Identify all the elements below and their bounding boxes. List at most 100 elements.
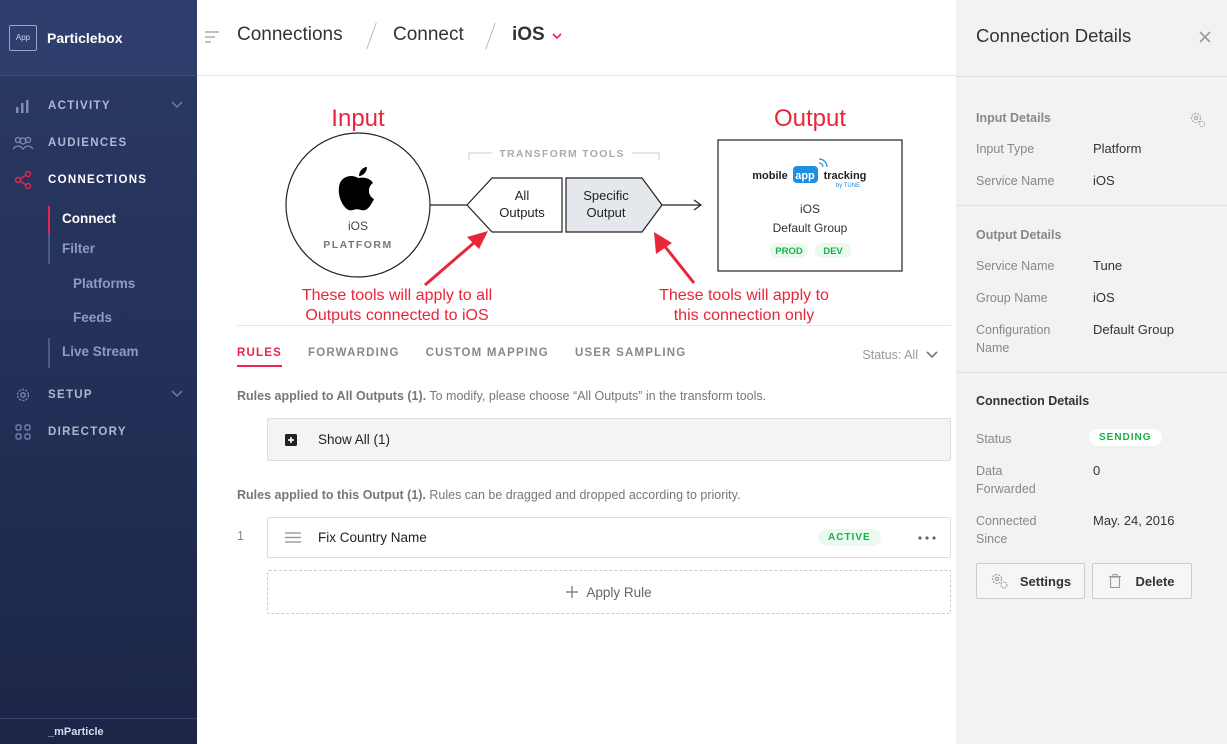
- apply-rule-button[interactable]: Apply Rule: [267, 570, 951, 614]
- sidebar-subitem-live-stream[interactable]: Live Stream: [62, 336, 139, 366]
- status-label: Status: [976, 432, 1012, 446]
- panel-title: Connection Details: [976, 25, 1132, 46]
- input-details-heading: Input Details: [976, 111, 1052, 125]
- svg-text:tracking: tracking: [824, 170, 867, 182]
- close-icon[interactable]: [1199, 31, 1211, 43]
- menu-icon[interactable]: [205, 31, 219, 43]
- output-details-heading: Output Details: [976, 228, 1062, 242]
- this-output-hint: Rules applied to this Output (1). Rules …: [237, 488, 741, 502]
- svg-text:mobile: mobile: [752, 170, 787, 182]
- output-name: iOS: [800, 202, 820, 216]
- annotation-right-line2: this connection only: [674, 307, 815, 324]
- divider: [956, 76, 1227, 77]
- bar-chart-icon: [12, 97, 34, 115]
- specific-output-line2: Output: [586, 205, 625, 220]
- input-name: iOS: [348, 219, 368, 233]
- sidebar-subitem-platforms[interactable]: Platforms: [73, 268, 135, 298]
- group-name-value: iOS: [1093, 290, 1115, 305]
- tab-rules[interactable]: RULES: [237, 347, 282, 367]
- status-badge: SENDING: [1089, 429, 1162, 446]
- group-name-label: Group Name: [976, 291, 1048, 305]
- tab-user-sampling[interactable]: USER SAMPLING: [575, 347, 686, 367]
- sidebar-item-setup[interactable]: SETUP: [0, 376, 197, 413]
- sidebar-item-label: DIRECTORY: [48, 425, 127, 438]
- divider: [956, 372, 1227, 373]
- sidebar-item-label: ACTIVITY: [48, 99, 111, 112]
- delete-button[interactable]: Delete: [1092, 563, 1192, 599]
- settings-button[interactable]: Settings: [976, 563, 1085, 599]
- divider: [956, 205, 1227, 206]
- breadcrumb-separator: [485, 22, 496, 50]
- sidebar-item-activity[interactable]: ACTIVITY: [0, 87, 197, 124]
- connection-details-panel: Connection Details Input Details Input T…: [956, 0, 1227, 744]
- chevron-down-icon[interactable]: [552, 33, 562, 40]
- tab-forwarding[interactable]: FORWARDING: [308, 347, 400, 367]
- connection-diagram: Input Output iOS PLATFORM TRANSFORM TOOL…: [285, 105, 903, 324]
- table-row[interactable]: Fix Country Name ACTIVE: [267, 517, 951, 558]
- sidebar-item-directory[interactable]: DIRECTORY: [0, 413, 197, 450]
- annotation-arrow-left: [424, 231, 488, 287]
- all-outputs-hint: Rules applied to All Outputs (1). To mod…: [237, 389, 767, 403]
- breadcrumb-ios[interactable]: iOS: [512, 24, 545, 46]
- sidebar-item-label: AUDIENCES: [48, 136, 128, 149]
- sidebar-item-connections[interactable]: CONNECTIONS: [0, 161, 197, 198]
- status-filter-label: Status: All: [862, 348, 918, 362]
- sidebar: App Particlebox ACTIVITY AUDIENCES CONNE…: [0, 0, 197, 744]
- all-outputs-line2: Outputs: [499, 205, 545, 220]
- connections-icon: [12, 170, 34, 189]
- sidebar-footer[interactable]: _mParticle: [0, 718, 197, 744]
- rule-name: Fix Country Name: [318, 530, 427, 545]
- grid-icon: [12, 423, 34, 441]
- input-type-value: Platform: [1093, 141, 1142, 156]
- input-type-label: Input Type: [976, 142, 1035, 156]
- connected-since-value: May. 24, 2016: [1093, 513, 1175, 528]
- input-heading: Input: [331, 105, 385, 132]
- chevron-down-icon: [171, 390, 183, 398]
- breadcrumb-connections[interactable]: Connections: [237, 24, 343, 46]
- annotation-right-line1: These tools will apply to: [659, 287, 829, 304]
- tab-custom-mapping[interactable]: CUSTOM MAPPING: [426, 347, 549, 367]
- gear-icon[interactable]: [1189, 111, 1206, 128]
- more-icon[interactable]: [918, 536, 936, 540]
- status-badge: ACTIVE: [818, 529, 881, 546]
- delete-label: Delete: [1135, 573, 1175, 589]
- brand[interactable]: App Particlebox: [0, 0, 197, 76]
- service-name-label: Service Name: [976, 174, 1055, 188]
- configuration-name-label: Configuration Name: [976, 323, 1051, 355]
- output-heading: Output: [774, 105, 846, 132]
- people-icon: [12, 134, 34, 152]
- sub-divider: [48, 338, 50, 368]
- specific-output-line1: Specific: [583, 188, 629, 203]
- svg-text:PROD: PROD: [775, 246, 803, 257]
- output-service-label: Service Name: [976, 259, 1055, 273]
- output-service-value: Tune: [1093, 258, 1123, 273]
- footer-label: _mParticle: [48, 725, 104, 738]
- expand-icon: [285, 433, 297, 446]
- show-all-row[interactable]: Show All (1): [267, 418, 951, 461]
- tab-bar: RULES FORWARDING CUSTOM MAPPING USER SAM…: [237, 347, 712, 367]
- configuration-name-value: Default Group: [1093, 322, 1174, 337]
- sidebar-item-label: SETUP: [48, 388, 93, 401]
- breadcrumb-connect[interactable]: Connect: [393, 24, 464, 46]
- breadcrumb-separator: [366, 22, 377, 50]
- sub-divider: [48, 234, 50, 264]
- service-name-value: iOS: [1093, 173, 1115, 188]
- drag-handle-icon[interactable]: [285, 532, 301, 543]
- sidebar-item-audiences[interactable]: AUDIENCES: [0, 124, 197, 161]
- svg-text:DEV: DEV: [823, 246, 843, 257]
- annotation-arrow-right: [654, 232, 696, 284]
- sidebar-subitem-filter[interactable]: Filter: [62, 233, 95, 263]
- divider: [237, 325, 951, 326]
- chevron-down-icon: [926, 351, 938, 359]
- input-type: PLATFORM: [323, 239, 393, 251]
- sidebar-subitem-feeds[interactable]: Feeds: [73, 302, 112, 332]
- svg-text:app: app: [795, 170, 815, 182]
- connection-details-heading: Connection Details: [976, 394, 1090, 408]
- sidebar-subitem-connect[interactable]: Connect: [62, 203, 116, 233]
- output-group: Default Group: [773, 221, 848, 235]
- all-outputs-line1: All: [515, 188, 530, 203]
- status-filter[interactable]: Status: All: [862, 348, 938, 362]
- app-logo: App: [9, 24, 37, 51]
- show-all-label: Show All (1): [318, 432, 391, 447]
- breadcrumb: Connections Connect iOS: [197, 0, 956, 76]
